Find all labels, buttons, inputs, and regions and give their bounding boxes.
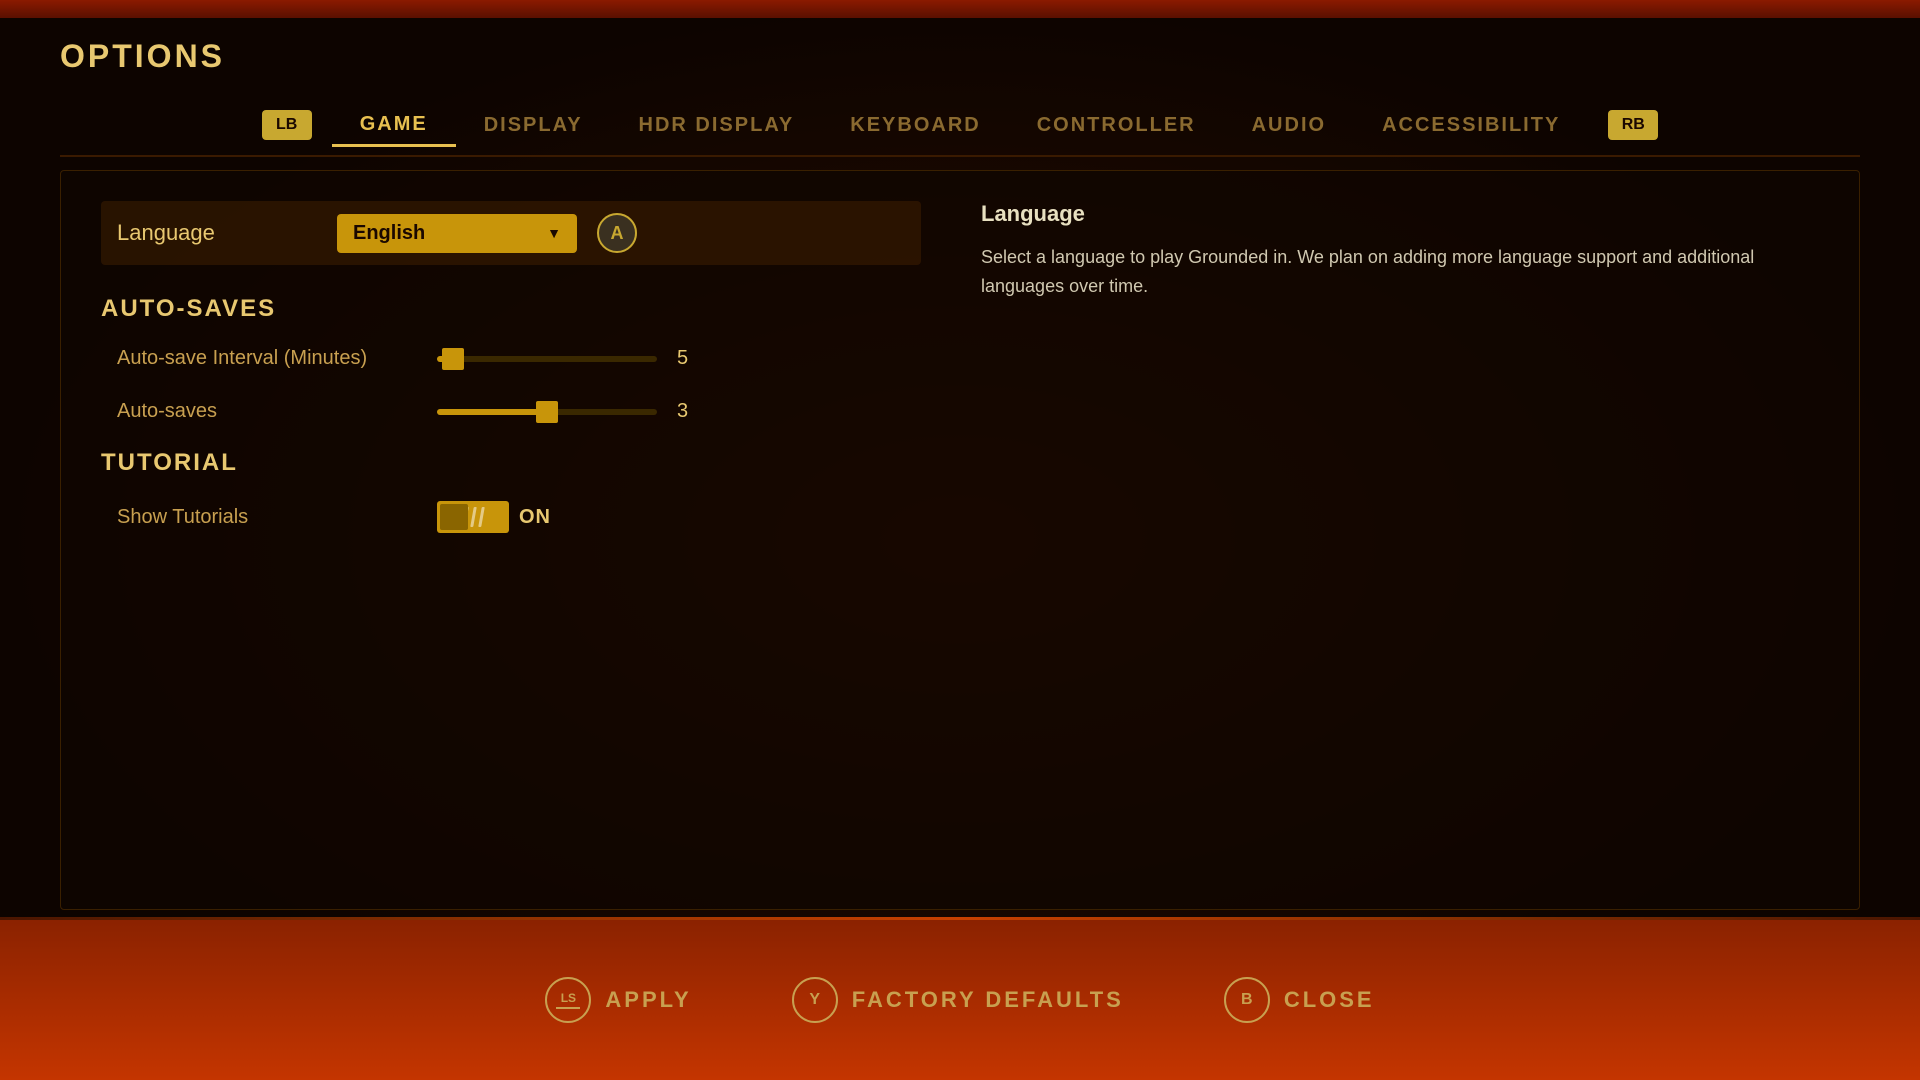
tutorial-header: TUTORIAL xyxy=(101,449,921,477)
tab-controller[interactable]: CONTROLLER xyxy=(1009,106,1224,145)
language-label: Language xyxy=(117,220,317,246)
y-icon: Y xyxy=(792,977,838,1023)
auto-saves-slider[interactable] xyxy=(437,409,657,415)
auto-save-interval-slider[interactable] xyxy=(437,356,657,362)
auto-save-interval-thumb[interactable] xyxy=(442,348,464,370)
factory-defaults-button[interactable]: Y FACTORY DEFAULTS xyxy=(792,977,1124,1023)
info-title: Language xyxy=(981,201,1819,227)
bumper-right[interactable]: RB xyxy=(1608,110,1658,140)
language-value: English xyxy=(353,222,425,245)
auto-save-interval-row: Auto-save Interval (Minutes) 5 xyxy=(101,343,921,374)
toggle-track xyxy=(437,501,509,533)
toggle-line-3 xyxy=(478,507,485,527)
apply-button[interactable]: LS APPLY xyxy=(545,977,691,1023)
apply-label: APPLY xyxy=(605,987,691,1013)
b-icon: B xyxy=(1224,977,1270,1023)
toggle-on-label: ON xyxy=(519,506,551,529)
show-tutorials-toggle[interactable]: ON xyxy=(437,501,551,533)
tab-hdr-display[interactable]: HDR DISPLAY xyxy=(611,106,823,145)
tab-accessibility[interactable]: ACCESSIBILITY xyxy=(1354,106,1588,145)
toggle-knob xyxy=(440,504,468,530)
dropdown-arrow-icon: ▼ xyxy=(547,225,561,241)
content-area: Language English ▼ A AUTO-SAVES Auto-sav… xyxy=(60,170,1860,910)
show-tutorials-label: Show Tutorials xyxy=(117,506,417,529)
auto-saves-value: 3 xyxy=(677,400,707,423)
tab-bar: LB GAME DISPLAY HDR DISPLAY KEYBOARD CON… xyxy=(60,95,1860,157)
header: OPTIONS LB GAME DISPLAY HDR DISPLAY KEYB… xyxy=(0,18,1920,157)
top-bar xyxy=(0,0,1920,18)
action-bar: LS APPLY Y FACTORY DEFAULTS B CLOSE xyxy=(0,920,1920,1080)
factory-defaults-label: FACTORY DEFAULTS xyxy=(852,987,1124,1013)
close-button[interactable]: B CLOSE xyxy=(1224,977,1375,1023)
tab-audio[interactable]: AUDIO xyxy=(1224,106,1354,145)
page-title: OPTIONS xyxy=(60,38,1860,75)
a-button[interactable]: A xyxy=(597,213,637,253)
show-tutorials-row: Show Tutorials ON xyxy=(101,497,921,537)
auto-saves-header: AUTO-SAVES xyxy=(101,295,921,323)
auto-save-interval-label: Auto-save Interval (Minutes) xyxy=(117,347,417,370)
tab-game[interactable]: GAME xyxy=(332,105,456,147)
tab-display[interactable]: DISPLAY xyxy=(456,106,611,145)
bottom-bar: LS APPLY Y FACTORY DEFAULTS B CLOSE xyxy=(0,920,1920,1080)
auto-save-interval-value: 5 xyxy=(677,347,707,370)
toggle-line-2 xyxy=(470,507,477,527)
close-label: CLOSE xyxy=(1284,987,1375,1013)
ls-icon: LS xyxy=(545,977,591,1023)
info-description: Select a language to play Grounded in. W… xyxy=(981,243,1819,301)
auto-saves-row: Auto-saves 3 xyxy=(101,396,921,427)
auto-saves-thumb[interactable] xyxy=(536,401,558,423)
language-dropdown[interactable]: English ▼ xyxy=(337,214,577,253)
auto-saves-label: Auto-saves xyxy=(117,400,417,423)
info-panel: Language Select a language to play Groun… xyxy=(961,201,1819,879)
bumper-left[interactable]: LB xyxy=(262,110,312,140)
language-row: Language English ▼ A xyxy=(101,201,921,265)
tab-keyboard[interactable]: KEYBOARD xyxy=(822,106,1008,145)
settings-panel: Language English ▼ A AUTO-SAVES Auto-sav… xyxy=(101,201,921,879)
auto-saves-fill xyxy=(437,409,547,415)
